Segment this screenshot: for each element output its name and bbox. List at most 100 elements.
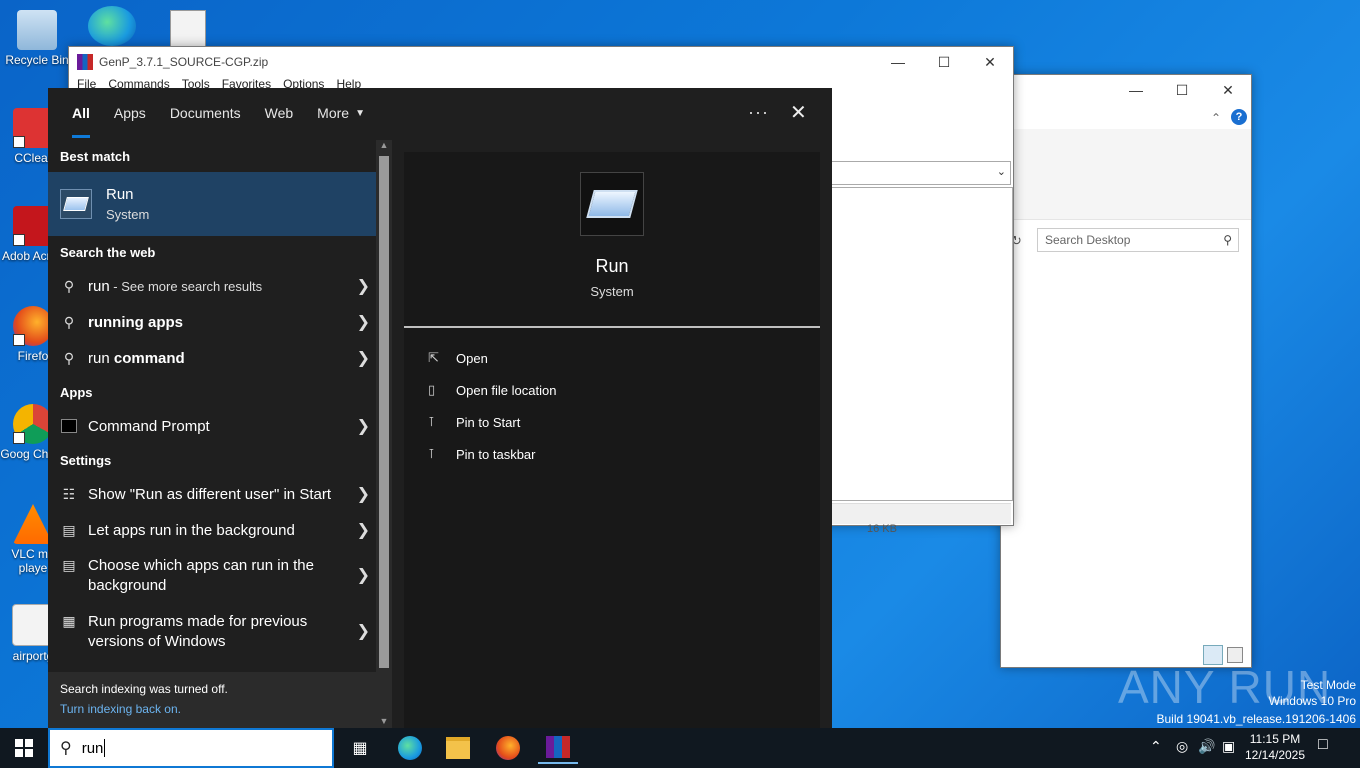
desktop-icon-label: Recycle Bin xyxy=(5,53,69,67)
acrobat-icon xyxy=(13,206,53,246)
search-icon: ⚲ xyxy=(63,277,75,294)
winrar-title: GenP_3.7.1_SOURCE-CGP.zip xyxy=(99,55,269,69)
search-icon: ⚲ xyxy=(60,740,72,757)
tab-web[interactable]: Web xyxy=(253,88,306,138)
scroll-thumb[interactable] xyxy=(379,156,389,668)
command-prompt-icon xyxy=(60,417,78,435)
taskbar-search-value: run xyxy=(81,739,104,757)
preview-divider xyxy=(404,326,820,328)
network-icon[interactable]: ▣ xyxy=(1222,738,1235,755)
start-button[interactable] xyxy=(4,732,44,764)
web-result-suggestion: command xyxy=(113,349,185,367)
desktop-icon-label: Firefo xyxy=(17,349,49,363)
web-result-run-command[interactable]: ⚲ run command ❯ xyxy=(48,340,376,376)
explorer-window[interactable]: — ☐ ✕ ⌃ ? ↻ Search Desktop ⚲ xyxy=(1000,74,1252,668)
search-icon: ⚲ xyxy=(1223,233,1232,247)
close-button[interactable]: ✕ xyxy=(1205,75,1251,105)
scroll-down-icon[interactable]: ▼ xyxy=(376,716,392,726)
action-open[interactable]: ⇱ Open xyxy=(404,342,820,374)
tab-more[interactable]: More ▼ xyxy=(305,88,377,138)
ccleaner-icon xyxy=(13,108,53,148)
app-label: Command Prompt xyxy=(88,417,210,435)
firefox-icon xyxy=(13,306,53,346)
volume-icon[interactable]: 🔊 xyxy=(1198,738,1215,755)
best-match-run[interactable]: Run System xyxy=(48,172,376,236)
minimize-button[interactable]: — xyxy=(875,47,921,77)
setting-background-apps[interactable]: ▤ Let apps run in the background ❯ xyxy=(48,512,376,548)
preview-actions: ⇱ Open ▯ Open file location ⊺ Pin to Start … xyxy=(404,342,820,470)
web-result-query: run xyxy=(88,277,110,295)
firefox-taskbar-icon[interactable] xyxy=(488,732,528,764)
chevron-right-icon: ❯ xyxy=(356,623,370,640)
tab-label: Apps xyxy=(113,105,146,121)
search-desktop-field[interactable]: Search Desktop ⚲ xyxy=(1037,228,1239,252)
clock-time: 11:15 PM xyxy=(1249,732,1301,746)
setting-choose-background-apps[interactable]: ▤ Choose which apps can run in the backg… xyxy=(48,548,376,604)
close-icon[interactable]: ✕ xyxy=(790,100,807,125)
chrome-icon xyxy=(13,404,53,444)
taskbar-search-box[interactable]: ⚲ run xyxy=(48,728,334,768)
ribbon-area xyxy=(1001,129,1251,220)
chevron-right-icon: ❯ xyxy=(356,418,370,435)
taskbar: ⚲ run ▦ ⌃ ◎ 🔊 ▣ 11:15 PM 12/14/2025 □ xyxy=(0,728,1360,768)
app-command-prompt[interactable]: Command Prompt ❯ xyxy=(48,408,376,444)
file-location-icon: ▯ xyxy=(428,382,436,397)
indexing-notice: Search indexing was turned off. xyxy=(60,682,228,696)
setting-label: Let apps run in the background xyxy=(88,521,295,539)
maximize-button[interactable]: ☐ xyxy=(921,47,967,77)
background-apps-icon: ▤ xyxy=(62,521,76,538)
search-web-header: Search the web xyxy=(60,244,156,260)
results-scrollbar[interactable]: ▲ ▼ xyxy=(376,140,392,728)
web-result-run[interactable]: ⚲ run - See more search results ❯ xyxy=(48,268,376,304)
meet-now-icon[interactable]: ◎ xyxy=(1176,738,1188,755)
tab-label: All xyxy=(72,105,90,121)
search-icon: ⚲ xyxy=(63,349,75,366)
status-bar xyxy=(829,503,1011,524)
file-list[interactable] xyxy=(829,187,1013,501)
close-button[interactable]: ✕ xyxy=(967,47,1013,77)
minimize-button[interactable]: — xyxy=(1113,75,1159,105)
recycle-bin-icon xyxy=(17,10,57,50)
scroll-up-icon[interactable]: ▲ xyxy=(376,140,392,154)
tab-documents[interactable]: Documents xyxy=(158,88,253,138)
winrar-icon xyxy=(77,54,93,70)
clock-date: 12/14/2025 xyxy=(1244,748,1306,762)
maximize-button[interactable]: ☐ xyxy=(1159,75,1205,105)
setting-label: Run programs made for previous versions … xyxy=(88,613,308,650)
action-label: Pin to taskbar xyxy=(456,446,536,462)
image-file-desktop-icon[interactable] xyxy=(170,10,206,48)
clock[interactable]: 11:15 PM 12/14/2025 xyxy=(1240,731,1310,763)
setting-label: Show "Run as different user" in Start xyxy=(88,485,331,503)
chevron-down-icon: ⌄ xyxy=(996,166,1006,178)
apps-header: Apps xyxy=(60,384,93,400)
setting-compatibility[interactable]: ▦ Run programs made for previous version… xyxy=(48,604,376,660)
action-label: Open file location xyxy=(456,382,557,398)
background-apps-icon: ▤ xyxy=(62,557,76,573)
ellipsis-icon[interactable]: ··· xyxy=(748,102,769,123)
desktop-icon-recycle-bin[interactable]: Recycle Bin xyxy=(2,10,72,67)
expand-ribbon-icon[interactable]: ⌃ xyxy=(1211,111,1221,125)
task-view-button[interactable]: ▦ xyxy=(340,732,380,764)
edge-taskbar-icon[interactable] xyxy=(390,732,430,764)
action-pin-to-start[interactable]: ⊺ Pin to Start xyxy=(404,406,820,438)
show-hidden-icons-chevron[interactable]: ⌃ xyxy=(1150,738,1162,755)
action-open-file-location[interactable]: ▯ Open file location xyxy=(404,374,820,406)
tab-apps[interactable]: Apps xyxy=(102,88,158,138)
tab-all[interactable]: All xyxy=(60,88,102,138)
edge-desktop-icon[interactable] xyxy=(88,6,136,46)
indexing-link[interactable]: Turn indexing back on. xyxy=(60,702,364,716)
winrar-taskbar-icon[interactable] xyxy=(538,732,578,764)
setting-run-as-different-user[interactable]: ☷ Show "Run as different user" in Start … xyxy=(48,476,376,512)
notifications-icon[interactable]: □ xyxy=(1318,736,1328,754)
help-icon[interactable]: ? xyxy=(1231,109,1247,125)
action-pin-to-taskbar[interactable]: ⊺ Pin to taskbar xyxy=(404,438,820,470)
web-result-running-apps[interactable]: ⚲ running apps ❯ xyxy=(48,304,376,340)
chevron-right-icon: ❯ xyxy=(356,350,370,367)
search-panel: All Apps Documents Web More ▼ ··· ✕ Best … xyxy=(48,88,832,728)
path-dropdown[interactable]: ⌄ xyxy=(829,161,1011,185)
caret-down-icon: ▼ xyxy=(355,107,365,119)
best-match-header: Best match xyxy=(60,148,131,164)
tab-label: Documents xyxy=(169,105,241,121)
preview-pane: Run System ⇱ Open ▯ Open file location ⊺ Pi… xyxy=(404,152,820,728)
file-explorer-taskbar-icon[interactable] xyxy=(438,732,478,764)
